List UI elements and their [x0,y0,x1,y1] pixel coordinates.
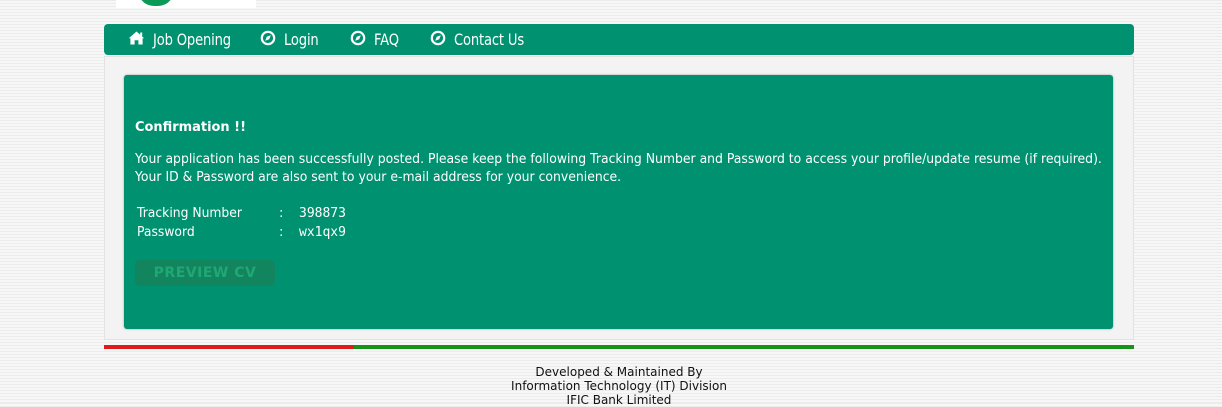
confirmation-box: Confirmation !! Your application has bee… [124,75,1113,329]
nav-contact-us-label: Contact Us [454,30,525,49]
tracking-number-value: 398873 [299,206,346,221]
nav-job-opening-label: Job Opening [153,30,231,49]
tracking-number-label: Tracking Number [137,206,242,221]
tracking-number-separator: : [279,206,284,221]
footer-divider-green [354,345,1134,349]
password-label: Password [137,225,195,240]
compass-icon [430,30,446,50]
confirmation-message-line2: Your ID & Password are also sent to your… [135,170,622,185]
password-value: wx1qx9 [299,225,346,240]
nav-login[interactable]: Login [260,24,326,55]
password-separator: : [279,225,284,240]
main-navbar: Job Opening Login FAQ Contact Us [104,24,1134,55]
compass-icon [260,30,276,50]
footer-developed-by: Developed & Maintained By [535,365,703,379]
footer-divider-red [104,345,354,349]
footer-division: Information Technology (IT) Division [511,379,727,393]
nav-faq[interactable]: FAQ [350,24,404,55]
confirmation-title: Confirmation !! [135,119,246,135]
site-logo[interactable] [116,0,256,8]
preview-cv-button[interactable]: PREVIEW CV [135,260,275,286]
nav-contact-us[interactable]: Contact Us [430,24,539,55]
footer-bank-name: IFIC Bank Limited [566,393,672,407]
logo-mark [138,0,174,6]
confirmation-message-line1: Your application has been successfully p… [135,152,1102,167]
nav-login-label: Login [284,30,319,49]
home-icon [128,30,145,49]
nav-faq-label: FAQ [374,30,399,49]
nav-job-opening[interactable]: Job Opening [128,24,248,55]
compass-icon [350,30,366,50]
